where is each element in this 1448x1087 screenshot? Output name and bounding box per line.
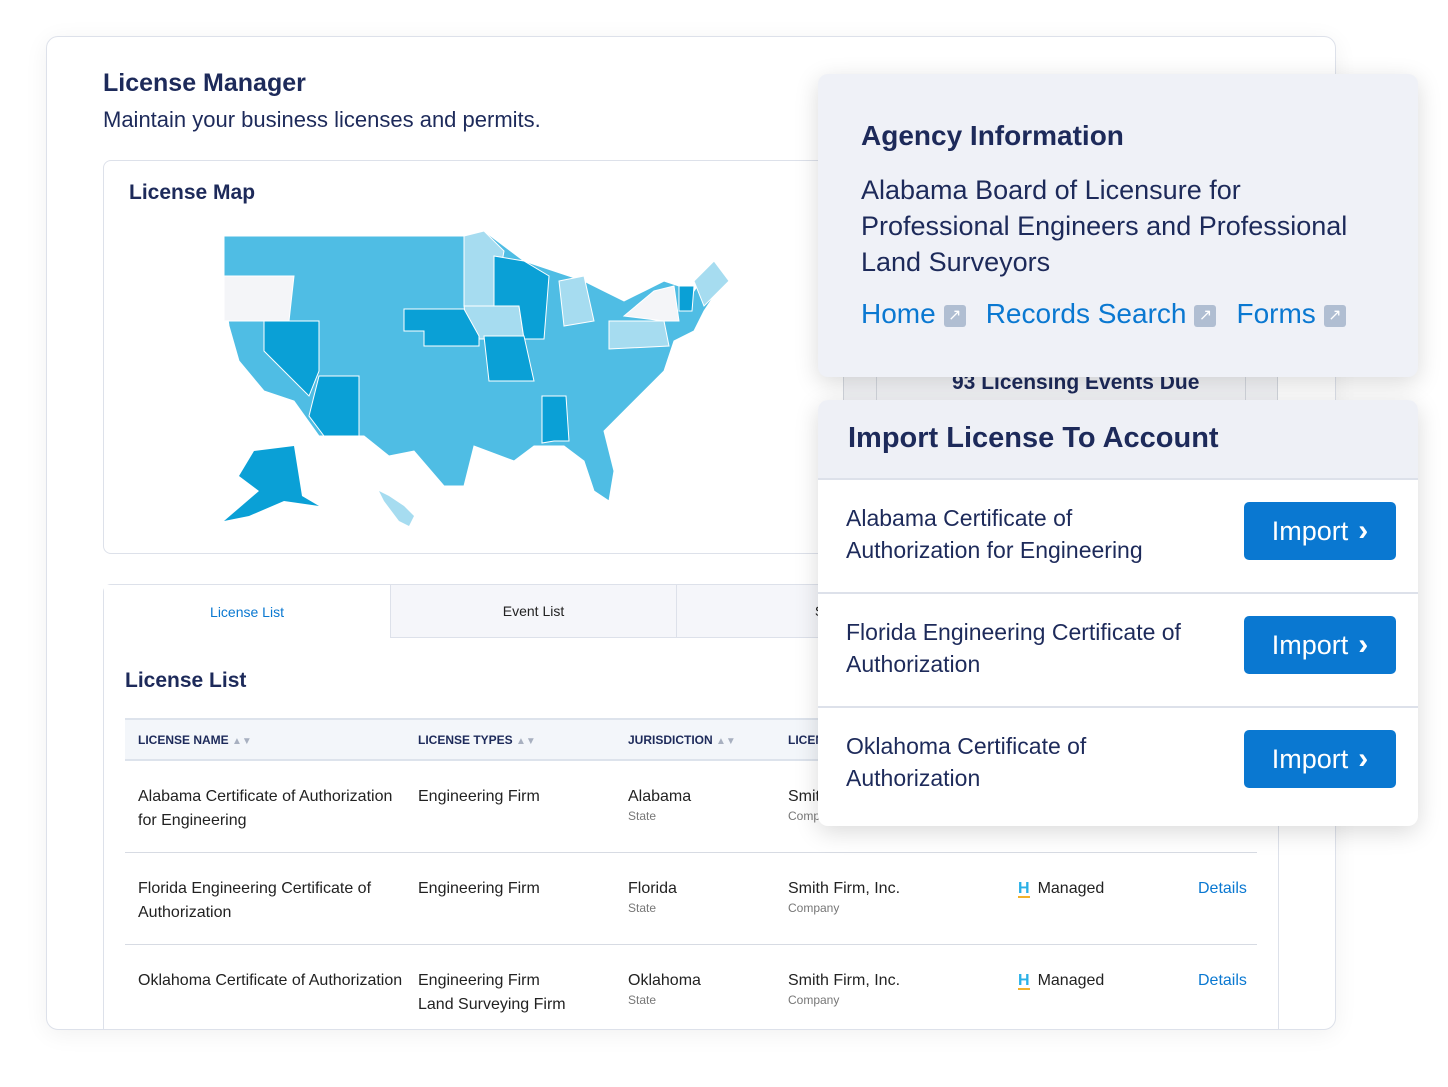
managed-icon: H [1018, 971, 1030, 990]
import-button[interactable]: Import › [1244, 730, 1396, 788]
state-hawaii[interactable] [379, 491, 414, 526]
forms-link[interactable]: Forms ↗ [1236, 298, 1346, 330]
tab-license-list[interactable]: License List [104, 585, 390, 638]
records-search-link[interactable]: Records Search ↗ [986, 298, 1217, 330]
import-button[interactable]: Import › [1244, 616, 1396, 674]
col-license-name[interactable]: LICENSE NAME ▲▼ [125, 718, 405, 761]
import-license-popup: Import License To Account Alabama Certif… [818, 400, 1418, 826]
jurisdiction: Oklahoma State [615, 944, 775, 1029]
page-subtitle: Maintain your business licenses and perm… [103, 107, 541, 132]
chevron-right-icon: › [1358, 742, 1369, 775]
license-types: Engineering Firm [405, 852, 615, 945]
jurisdiction: Florida State [615, 852, 775, 945]
agency-title: Agency Information [861, 120, 1124, 151]
page-title: License Manager [103, 69, 306, 97]
state-alabama[interactable] [541, 395, 570, 444]
license-name: Florida Engineering Certificate of Autho… [125, 852, 405, 945]
state-oregon[interactable] [224, 275, 295, 322]
tab-event-list[interactable]: Event List [390, 585, 676, 638]
import-item: Oklahoma Certificate of Authorization Imp… [818, 708, 1418, 822]
jurisdiction: Alabama State [615, 760, 775, 853]
agency-info-popup: Agency Information Alabama Board of Lice… [818, 74, 1418, 377]
col-jurisdiction[interactable]: JURISDICTION ▲▼ [615, 718, 775, 761]
license-name: Alabama Certificate of Authorization for… [125, 760, 405, 853]
sort-icon: ▲▼ [716, 735, 736, 747]
license-types: Engineering Firm [405, 760, 615, 853]
import-button-label: Import [1271, 743, 1349, 774]
home-link[interactable]: Home ↗ [861, 298, 966, 330]
col-license-types[interactable]: LICENSE TYPES ▲▼ [405, 718, 615, 761]
import-title: Import License To Account [818, 400, 1418, 480]
chevron-right-icon: › [1358, 628, 1369, 661]
license-name: Oklahoma Certificate of Authorization [125, 944, 405, 1029]
managed-icon: H [1018, 879, 1030, 898]
status: H Managed [1005, 944, 1185, 1029]
table-row: Oklahoma Certificate of Authorization En… [125, 944, 1257, 1029]
status: H Managed [1005, 852, 1185, 945]
license-types: Engineering Firm Land Surveying Firm [405, 944, 615, 1029]
table-row: Florida Engineering Certificate of Autho… [125, 852, 1257, 945]
import-item: Alabama Certificate of Authorization for… [818, 480, 1418, 594]
details-link[interactable]: Details [1185, 852, 1257, 945]
import-item: Florida Engineering Certificate of Autho… [818, 594, 1418, 708]
licensee: Smith Firm, Inc. Company [775, 944, 1005, 1029]
us-map[interactable] [224, 231, 744, 531]
state-alaska[interactable] [224, 446, 319, 521]
map-title: License Map [129, 181, 256, 204]
list-title: License List [125, 669, 247, 692]
import-button-label: Import [1271, 515, 1349, 546]
state-pennsylvania[interactable] [608, 320, 670, 350]
external-link-icon: ↗ [1323, 304, 1346, 327]
state-vermont[interactable] [678, 285, 695, 312]
agency-name: Alabama Board of Licensure for Professio… [861, 175, 1348, 277]
external-link-icon: ↗ [1194, 304, 1217, 327]
sort-icon: ▲▼ [232, 735, 252, 747]
chevron-right-icon: › [1358, 514, 1369, 547]
licensee: Smith Firm, Inc. Company [775, 852, 1005, 945]
license-map-card: License Map [103, 160, 863, 554]
import-button[interactable]: Import › [1244, 502, 1396, 560]
sort-icon: ▲▼ [516, 735, 536, 747]
external-link-icon: ↗ [943, 304, 966, 327]
import-button-label: Import [1271, 629, 1349, 660]
details-link[interactable]: Details [1185, 944, 1257, 1029]
